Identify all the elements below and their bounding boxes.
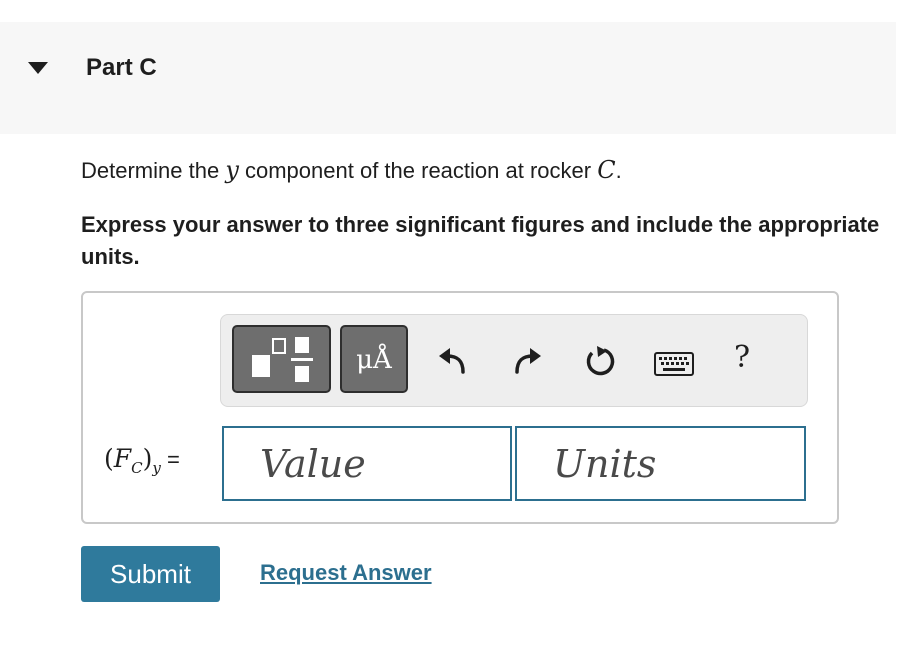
label-close-paren: ) bbox=[142, 444, 153, 473]
request-answer-link[interactable]: Request Answer bbox=[260, 560, 432, 586]
question-prefix: Determine the bbox=[81, 158, 220, 183]
question-middle: component of the reaction at rocker bbox=[245, 158, 592, 183]
question-variable: y bbox=[225, 156, 239, 184]
units-placeholder: Units bbox=[553, 442, 657, 486]
label-equals: = bbox=[160, 447, 180, 472]
question-text: Determine the y component of the reactio… bbox=[81, 156, 622, 184]
help-icon[interactable]: ? bbox=[734, 340, 750, 375]
question-point: C bbox=[597, 156, 616, 184]
keyboard-icon[interactable] bbox=[654, 352, 694, 376]
reset-icon[interactable] bbox=[584, 344, 616, 378]
label-sub: C bbox=[131, 459, 143, 477]
part-title: Part C bbox=[86, 54, 157, 81]
units-input[interactable]: Units bbox=[515, 426, 806, 501]
instructions: Express your answer to three significant… bbox=[81, 212, 880, 269]
templates-icon bbox=[252, 337, 313, 382]
redo-icon[interactable] bbox=[513, 344, 543, 376]
answer-variable-label: (FC)y = bbox=[104, 444, 180, 477]
value-placeholder: Value bbox=[260, 442, 366, 486]
submit-button[interactable]: Submit bbox=[81, 546, 220, 602]
label-open-paren: ( bbox=[104, 444, 114, 473]
label-sub2: y bbox=[152, 459, 161, 477]
question-suffix: . bbox=[615, 158, 622, 183]
units-icon: μÅ bbox=[356, 345, 392, 375]
templates-button[interactable] bbox=[232, 325, 331, 393]
collapse-caret-icon[interactable] bbox=[28, 62, 48, 74]
undo-icon[interactable] bbox=[437, 344, 467, 376]
value-input[interactable]: Value bbox=[222, 426, 512, 501]
units-button[interactable]: μÅ bbox=[340, 325, 408, 393]
label-var: F bbox=[113, 444, 132, 473]
